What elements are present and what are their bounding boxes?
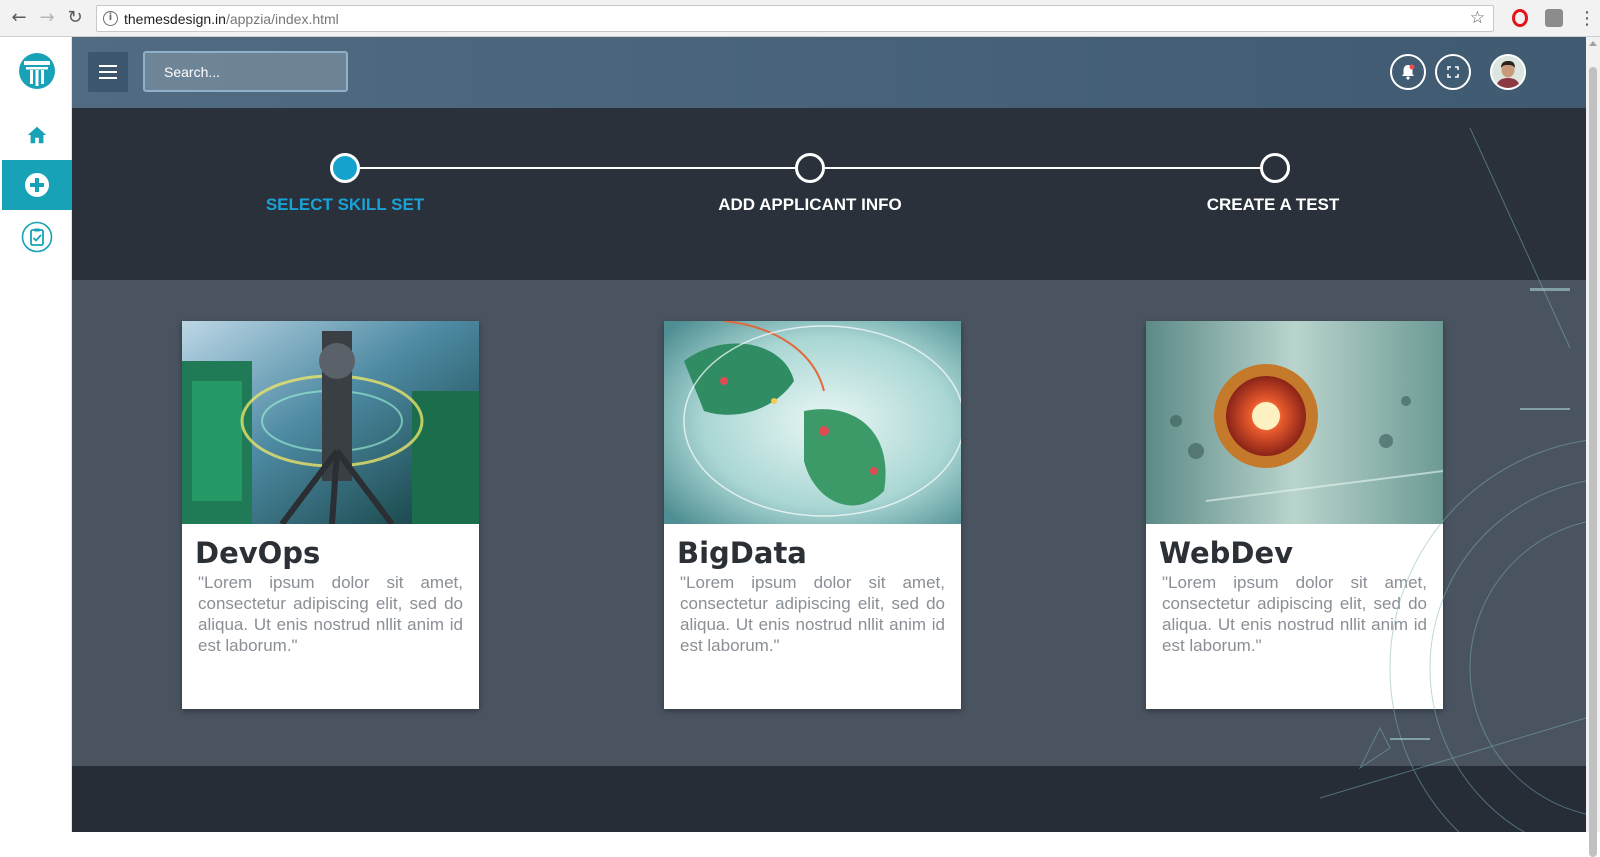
card-title: WebDev — [1159, 536, 1294, 570]
page-scrollbar[interactable] — [1586, 37, 1600, 857]
skill-card-webdev[interactable]: WebDev "Lorem ipsum dolor sit amet, cons… — [1146, 321, 1443, 709]
user-avatar-icon — [1492, 56, 1524, 88]
stepper: SELECT SKILL SET ADD APPLICANT INFO CREA… — [72, 108, 1586, 280]
extension-icon[interactable] — [1545, 9, 1563, 27]
step-dot-applicant-info[interactable] — [795, 153, 825, 183]
top-header — [72, 37, 1586, 108]
fullscreen-button[interactable] — [1435, 54, 1471, 90]
step-label-create-test[interactable]: CREATE A TEST — [1143, 195, 1403, 215]
back-arrow-icon[interactable]: ← — [8, 7, 30, 29]
skill-card-bigdata[interactable]: BigData "Lorem ipsum dolor sit amet, con… — [664, 321, 961, 709]
bottom-band — [72, 766, 1586, 832]
home-icon — [27, 126, 47, 144]
opera-icon[interactable] — [1512, 9, 1528, 27]
scroll-thumb[interactable] — [1589, 67, 1597, 857]
scroll-up-icon[interactable] — [1589, 41, 1597, 46]
logo-icon — [19, 53, 55, 89]
browser-toolbar: ← → ↻ i themesdesign.in/appzia/index.htm… — [0, 0, 1600, 37]
step-label-applicant-info[interactable]: ADD APPLICANT INFO — [680, 195, 940, 215]
card-title: DevOps — [195, 536, 321, 570]
card-description: "Lorem ipsum dolor sit amet, consectetur… — [198, 573, 463, 655]
bell-icon — [1402, 64, 1415, 80]
devops-image — [182, 321, 479, 524]
address-bar[interactable]: i themesdesign.in/appzia/index.html ☆ — [96, 5, 1494, 32]
sidebar — [2, 37, 72, 832]
hamburger-icon — [99, 65, 117, 79]
card-title: BigData — [677, 536, 807, 570]
more-menu-icon[interactable]: ⋮ — [1578, 8, 1596, 29]
clipboard-check-icon — [21, 221, 53, 253]
forward-arrow-icon[interactable]: → — [36, 7, 58, 29]
plus-circle-icon — [25, 173, 49, 197]
reload-icon[interactable]: ↻ — [64, 7, 86, 29]
step-dot-select-skill[interactable] — [330, 153, 360, 183]
notifications-button[interactable] — [1390, 54, 1426, 90]
skill-cards-section: DevOps "Lorem ipsum dolor sit amet, cons… — [72, 280, 1586, 766]
sidebar-item-home[interactable] — [2, 110, 72, 160]
fullscreen-icon — [1447, 66, 1459, 78]
star-icon[interactable]: ☆ — [1470, 8, 1485, 28]
webdev-image — [1146, 321, 1443, 524]
card-description: "Lorem ipsum dolor sit amet, consectetur… — [680, 573, 945, 655]
sidebar-item-tests[interactable] — [2, 212, 72, 262]
bigdata-image — [664, 321, 961, 524]
avatar[interactable] — [1490, 54, 1526, 90]
sidebar-item-add[interactable] — [2, 160, 72, 210]
info-icon[interactable]: i — [103, 11, 118, 26]
card-description: "Lorem ipsum dolor sit amet, consectetur… — [1162, 573, 1427, 655]
menu-toggle-button[interactable] — [88, 52, 128, 92]
step-dot-create-test[interactable] — [1260, 153, 1290, 183]
search-input[interactable] — [143, 51, 348, 92]
url-text: themesdesign.in/appzia/index.html — [124, 11, 339, 27]
skill-card-devops[interactable]: DevOps "Lorem ipsum dolor sit amet, cons… — [182, 321, 479, 709]
step-label-select-skill[interactable]: SELECT SKILL SET — [215, 195, 475, 215]
